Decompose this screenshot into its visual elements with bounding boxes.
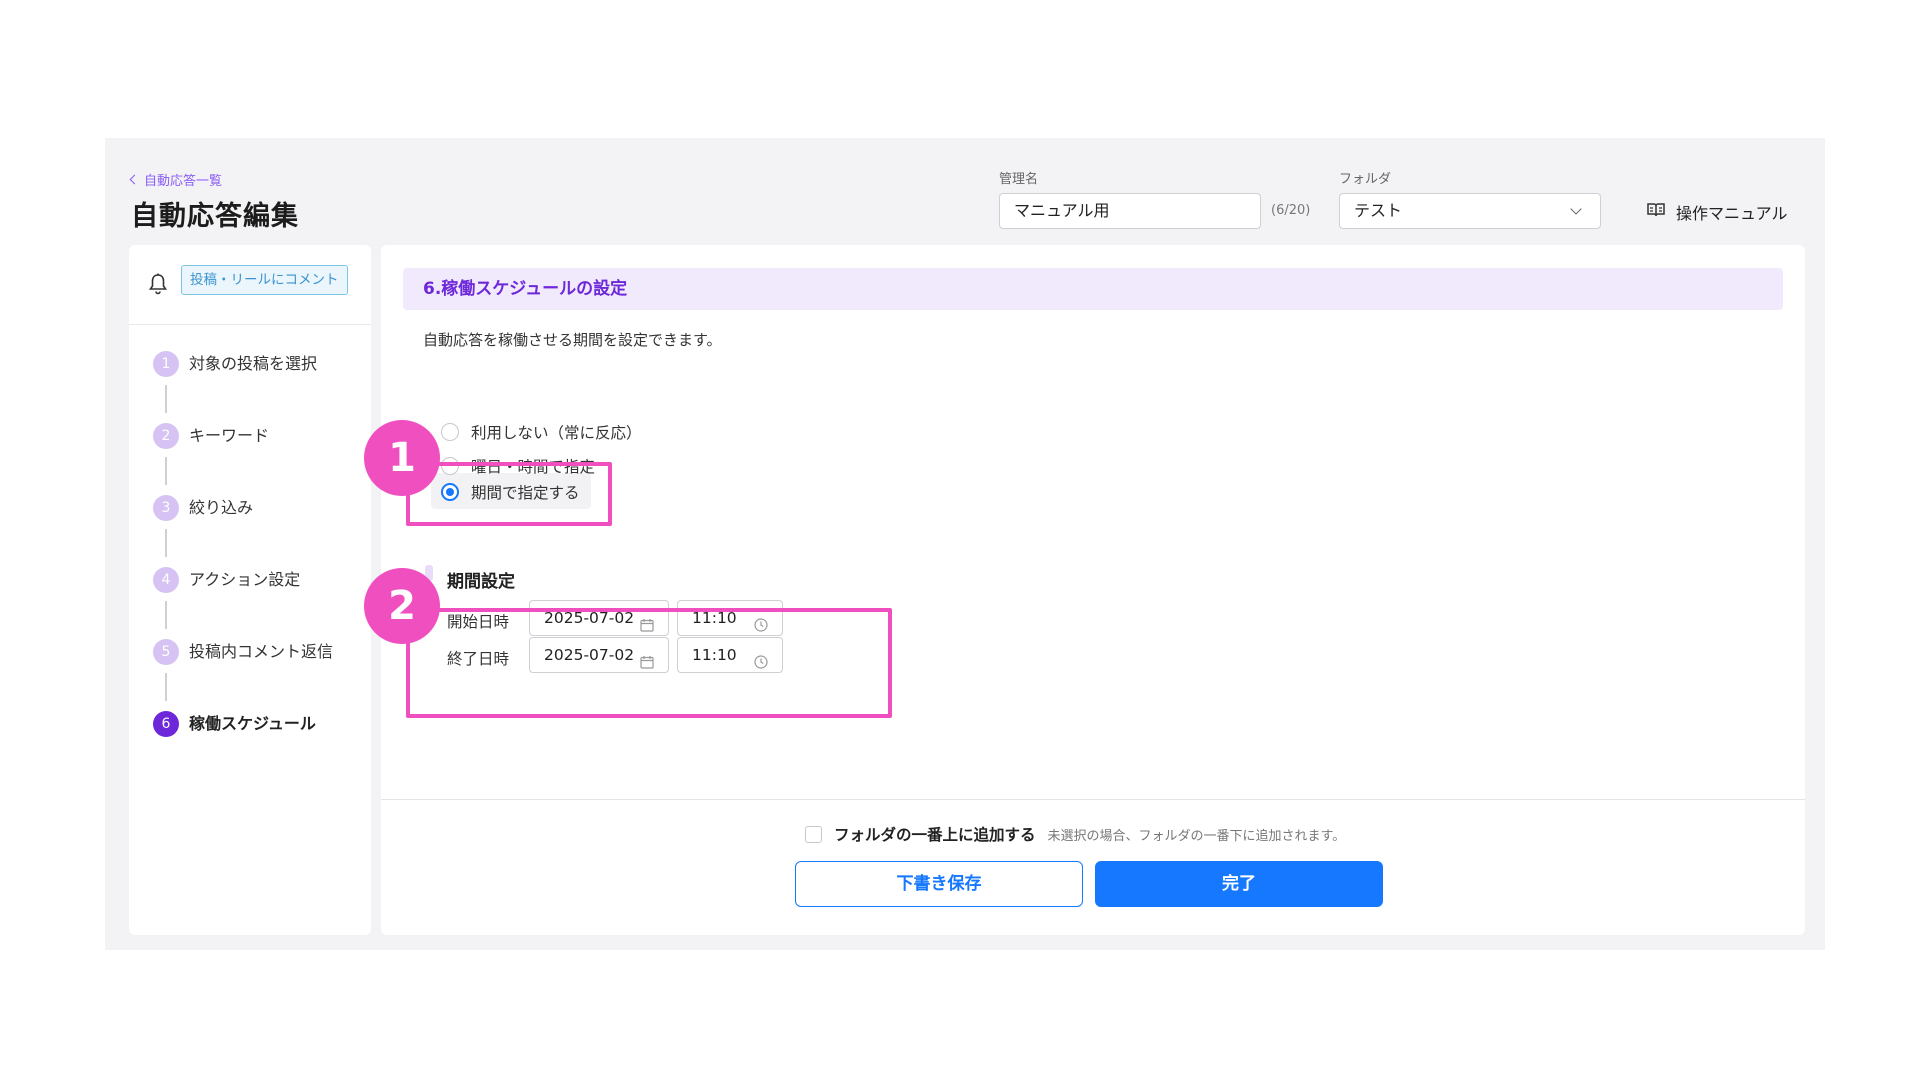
add-to-top-label: フォルダの一番上に追加する [834, 826, 1036, 844]
step-number: 2 [153, 423, 179, 449]
step-label: 対象の投稿を選択 [189, 354, 318, 373]
add-to-top-checkbox[interactable] [805, 825, 822, 843]
step-number: 3 [153, 495, 179, 521]
period-settings-title: 期間設定 [447, 572, 515, 592]
name-field-label: 管理名 [999, 172, 1039, 187]
step-label: アクション設定 [189, 570, 301, 589]
footer-divider [381, 799, 1805, 800]
step-label: キーワード [189, 426, 270, 445]
step-item-4[interactable]: 4 アクション設定 [153, 567, 333, 639]
radio-label: 利用しない（常に反応） [471, 424, 642, 442]
step-list: 1 対象の投稿を選択 2 キーワード 3 絞り込み 4 アクション設定 5 投稿… [153, 351, 333, 783]
manual-link[interactable]: 操作マニュアル [1646, 200, 1788, 224]
complete-button[interactable]: 完了 [1095, 861, 1383, 907]
step-label: 絞り込み [189, 498, 254, 517]
step-item-2[interactable]: 2 キーワード [153, 423, 333, 495]
chevron-left-icon [129, 174, 140, 185]
folder-field-label: フォルダ [1339, 172, 1392, 187]
add-to-top-note: 未選択の場合、フォルダの一番下に追加されます。 [1047, 828, 1346, 844]
step-sidebar: 投稿・リールにコメント 1 対象の投稿を選択 2 キーワード 3 絞り込み 4 … [129, 245, 371, 935]
back-link-label: 自動応答一覧 [144, 174, 223, 189]
section-title: 6.稼働スケジュールの設定 [403, 268, 1783, 310]
step-item-3[interactable]: 3 絞り込み [153, 495, 333, 567]
step-connector [165, 457, 167, 485]
bell-icon [149, 273, 167, 299]
step-item-5[interactable]: 5 投稿内コメント返信 [153, 639, 333, 711]
page-title: 自動応答編集 [131, 201, 299, 232]
step-label: 投稿内コメント返信 [189, 642, 334, 661]
step-connector [165, 385, 167, 413]
callout-highlight-2 [406, 608, 892, 718]
step-connector [165, 601, 167, 629]
step-connector [165, 529, 167, 557]
step-number: 4 [153, 567, 179, 593]
callout-badge-1: 1 [364, 420, 440, 496]
save-draft-button[interactable]: 下書き保存 [795, 861, 1083, 907]
step-number: 5 [153, 639, 179, 665]
add-to-top-checkbox-row[interactable]: フォルダの一番上に追加する 未選択の場合、フォルダの一番下に追加されます。 [805, 823, 1345, 845]
step-item-6[interactable]: 6 稼働スケジュール [153, 711, 333, 783]
trigger-row: 投稿・リールにコメント [129, 245, 371, 325]
radio-button[interactable] [441, 423, 459, 441]
step-item-1[interactable]: 1 対象の投稿を選択 [153, 351, 333, 423]
step-number: 1 [153, 351, 179, 377]
step-connector [165, 673, 167, 701]
manual-link-label: 操作マニュアル [1676, 204, 1788, 223]
step-label: 稼働スケジュール [189, 714, 316, 733]
callout-badge-2: 2 [364, 568, 440, 644]
book-icon [1646, 202, 1666, 222]
chevron-down-icon [1570, 203, 1582, 215]
folder-select[interactable]: テスト [1339, 193, 1601, 229]
folder-select-value: テスト [1354, 201, 1403, 220]
radio-option-none[interactable]: 利用しない（常に反応） [441, 421, 642, 443]
trigger-badge: 投稿・リールにコメント [181, 265, 348, 295]
name-char-counter: (6/20) [1271, 203, 1311, 218]
step-number: 6 [153, 711, 179, 737]
main-panel: 6.稼働スケジュールの設定 自動応答を稼働させる期間を設定できます。 利用しない… [381, 245, 1805, 935]
back-link[interactable]: 自動応答一覧 [129, 170, 223, 189]
section-description: 自動応答を稼働させる期間を設定できます。 [423, 331, 722, 349]
name-input[interactable]: マニュアル用 [999, 193, 1261, 229]
app-window: 自動応答一覧 自動応答編集 管理名 マニュアル用 (6/20) フォルダ テスト… [105, 138, 1825, 950]
